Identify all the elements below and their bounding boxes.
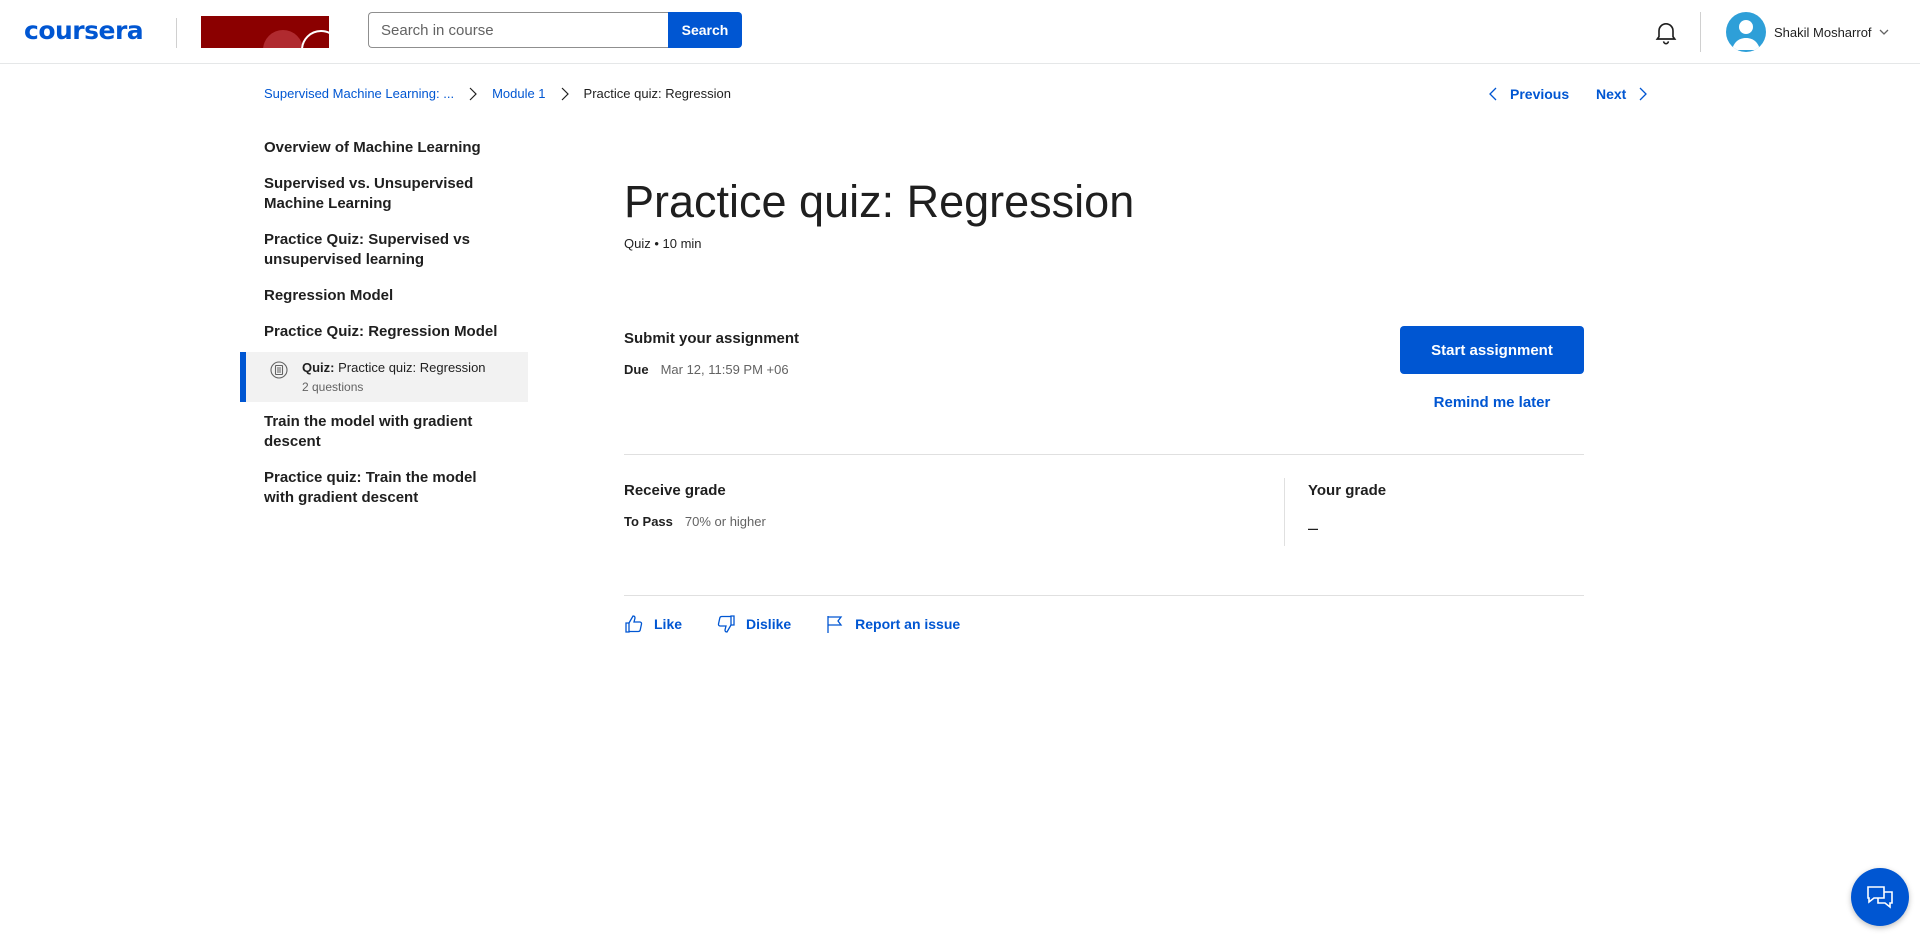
- chat-button[interactable]: [1851, 868, 1909, 926]
- top-header: coursera Search Shakil Mosharrof: [0, 0, 1920, 64]
- chevron-right-icon: [469, 87, 477, 100]
- thumbs-down-icon: [717, 615, 735, 633]
- user-silhouette-icon: [1732, 20, 1760, 50]
- section-divider: [624, 454, 1584, 455]
- dislike-button[interactable]: Dislike: [716, 614, 791, 634]
- sidebar-item-gradient-descent[interactable]: Train the model with gradient descent: [240, 406, 528, 458]
- pass-row: To Pass 70% or higher: [624, 514, 766, 529]
- thumbs-up-icon: [625, 615, 643, 633]
- coursera-logo[interactable]: coursera: [24, 16, 144, 45]
- sidebar-item-active-quiz[interactable]: Quiz: Practice quiz: Regression 2 questi…: [240, 352, 528, 402]
- sidebar-item-practice-quiz-gradient-descent[interactable]: Practice quiz: Train the model with grad…: [240, 462, 528, 514]
- sidebar-item-overview[interactable]: Overview of Machine Learning: [240, 132, 528, 164]
- active-quiz-title: Quiz: Practice quiz: Regression: [302, 358, 512, 378]
- previous-label: Previous: [1510, 86, 1570, 102]
- sidebar-item-practice-quiz-supervised[interactable]: Practice Quiz: Supervised vs unsupervise…: [240, 224, 528, 276]
- header-divider: [1700, 12, 1701, 52]
- due-label: Due: [624, 362, 649, 377]
- active-quiz-name: Practice quiz: Regression: [338, 360, 486, 375]
- receive-grade-heading: Receive grade: [624, 482, 726, 499]
- module-sidebar: Overview of Machine Learning Supervised …: [240, 128, 528, 514]
- chat-icon: [1867, 886, 1893, 909]
- start-assignment-button[interactable]: Start assignment: [1400, 326, 1584, 374]
- sidebar-item-supervised-vs-unsupervised[interactable]: Supervised vs. Unsupervised Machine Lear…: [240, 168, 528, 220]
- grade-divider: [1284, 478, 1285, 546]
- active-quiz-detail: 2 questions: [302, 380, 364, 394]
- remind-me-later-button[interactable]: Remind me later: [1400, 394, 1584, 411]
- logo-divider: [176, 18, 177, 48]
- due-value: Mar 12, 11:59 PM +06: [660, 362, 789, 377]
- partner-logo[interactable]: [201, 16, 329, 48]
- chevron-left-icon: [1489, 87, 1497, 101]
- like-button[interactable]: Like: [624, 614, 682, 634]
- page-title: Practice quiz: Regression: [624, 176, 1135, 227]
- user-menu[interactable]: Shakil Mosharrof: [1726, 12, 1890, 52]
- user-name: Shakil Mosharrof: [1774, 24, 1872, 40]
- like-label: Like: [654, 616, 683, 632]
- previous-button[interactable]: Previous: [1488, 86, 1569, 102]
- course-search: Search: [368, 12, 742, 48]
- breadcrumb-module[interactable]: Module 1: [492, 86, 545, 101]
- report-label: Report an issue: [855, 616, 961, 632]
- breadcrumb: Supervised Machine Learning: ... Module …: [264, 86, 731, 101]
- next-label: Next: [1596, 86, 1627, 102]
- partner-logo-shape: [263, 30, 303, 48]
- active-quiz-type: Quiz:: [302, 360, 335, 375]
- breadcrumb-course[interactable]: Supervised Machine Learning: ...: [264, 86, 454, 101]
- chevron-right-icon: [561, 87, 569, 100]
- next-button[interactable]: Next: [1596, 86, 1648, 102]
- chevron-right-icon: [1639, 87, 1648, 101]
- dislike-label: Dislike: [746, 616, 792, 632]
- breadcrumb-current: Practice quiz: Regression: [583, 86, 731, 101]
- sidebar-item-practice-quiz-regression-model[interactable]: Practice Quiz: Regression Model: [240, 316, 528, 348]
- sidebar-item-regression-model[interactable]: Regression Model: [240, 280, 528, 312]
- section-divider: [624, 595, 1584, 596]
- feedback-bar: Like Dislike Report an issue: [624, 614, 994, 634]
- pass-value: 70% or higher: [684, 514, 766, 529]
- search-button[interactable]: Search: [668, 12, 742, 48]
- avatar: [1726, 12, 1766, 52]
- pass-label: To Pass: [624, 514, 673, 529]
- your-grade-heading: Your grade: [1308, 482, 1387, 499]
- submit-heading: Submit your assignment: [624, 330, 800, 347]
- partner-logo-ring: [301, 30, 329, 48]
- chevron-down-icon: [1879, 29, 1889, 35]
- your-grade-value: –: [1308, 518, 1319, 538]
- due-row: Due Mar 12, 11:59 PM +06: [624, 362, 789, 377]
- quiz-meta: Quiz • 10 min: [624, 236, 702, 251]
- notification-bell-icon[interactable]: [1652, 18, 1680, 46]
- flag-icon: [827, 616, 843, 633]
- search-input[interactable]: [368, 12, 668, 48]
- report-issue-button[interactable]: Report an issue: [825, 614, 960, 634]
- quiz-icon: [270, 361, 288, 379]
